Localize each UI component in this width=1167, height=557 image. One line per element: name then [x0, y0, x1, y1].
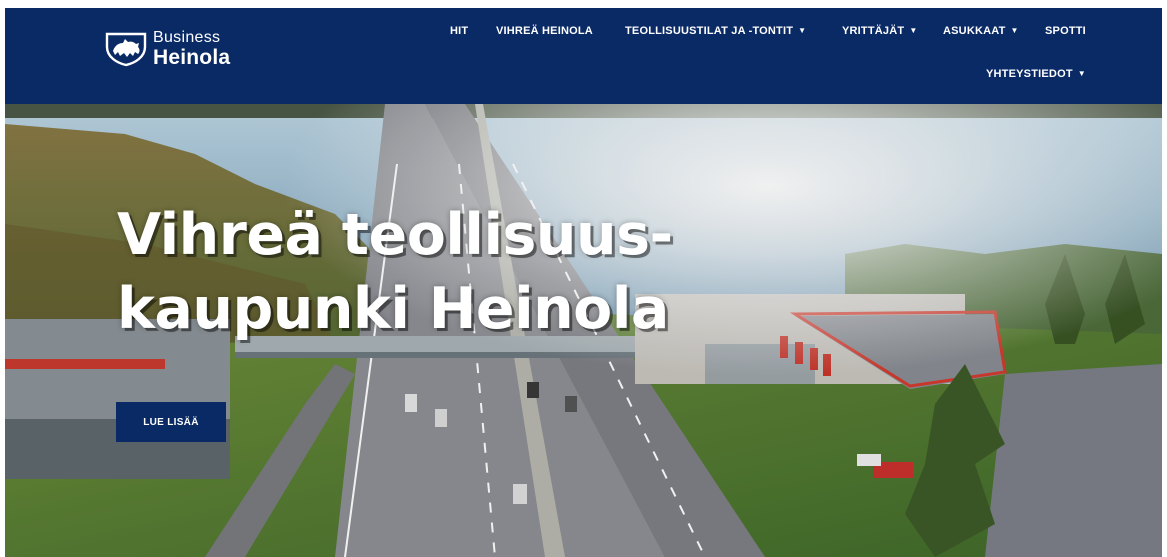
hero-title: Vihreä teollisuus- kaupunki Heinola	[117, 198, 677, 346]
nav-item-label: SPOTTI	[1045, 25, 1086, 37]
hero-title-line1: Vihreä teollisuus-	[117, 202, 673, 268]
brand-line1: Business	[153, 29, 221, 46]
chevron-down-icon: ▼	[1010, 26, 1019, 35]
nav-item-label: YRITTÄJÄT	[842, 25, 905, 37]
site-header: Business Heinola HIT VIHREÄ HEINOLA TEOL…	[5, 8, 1162, 104]
heinola-crest-icon	[105, 32, 147, 67]
hero-title-line2: kaupunki Heinola	[117, 276, 669, 342]
site-logo[interactable]: Business Heinola	[103, 30, 230, 68]
nav-item-spotti[interactable]: SPOTTI	[1045, 24, 1086, 38]
nav-item-hit[interactable]: HIT	[450, 24, 468, 38]
chevron-down-icon: ▼	[909, 26, 918, 35]
chevron-down-icon: ▼	[798, 26, 807, 35]
nav-item-vihrea-heinola[interactable]: VIHREÄ HEINOLA	[496, 24, 593, 38]
nav-item-yhteystiedot[interactable]: YHTEYSTIEDOT ▼	[986, 67, 1086, 81]
nav-item-label: TEOLLISUUSTILAT JA -TONTIT	[625, 25, 794, 37]
hero-section: Vihreä teollisuus- kaupunki Heinola LUE …	[5, 104, 1162, 557]
chevron-down-icon: ▼	[1077, 69, 1086, 78]
nav-item-teollisuustilat[interactable]: TEOLLISUUSTILAT JA -TONTIT ▼	[625, 24, 806, 38]
nav-item-label: HIT	[450, 25, 469, 37]
brand-line2: Heinola	[153, 46, 231, 69]
nav-item-asukkaat[interactable]: ASUKKAAT ▼	[943, 24, 1019, 38]
nav-item-label: VIHREÄ HEINOLA	[496, 25, 593, 37]
nav-item-label: ASUKKAAT	[943, 25, 1006, 37]
nav-item-label: YHTEYSTIEDOT	[986, 68, 1073, 80]
read-more-button[interactable]: LUE LISÄÄ	[116, 402, 226, 442]
nav-item-yrittajat[interactable]: YRITTÄJÄT ▼	[842, 24, 917, 38]
page: Business Heinola HIT VIHREÄ HEINOLA TEOL…	[5, 8, 1162, 557]
